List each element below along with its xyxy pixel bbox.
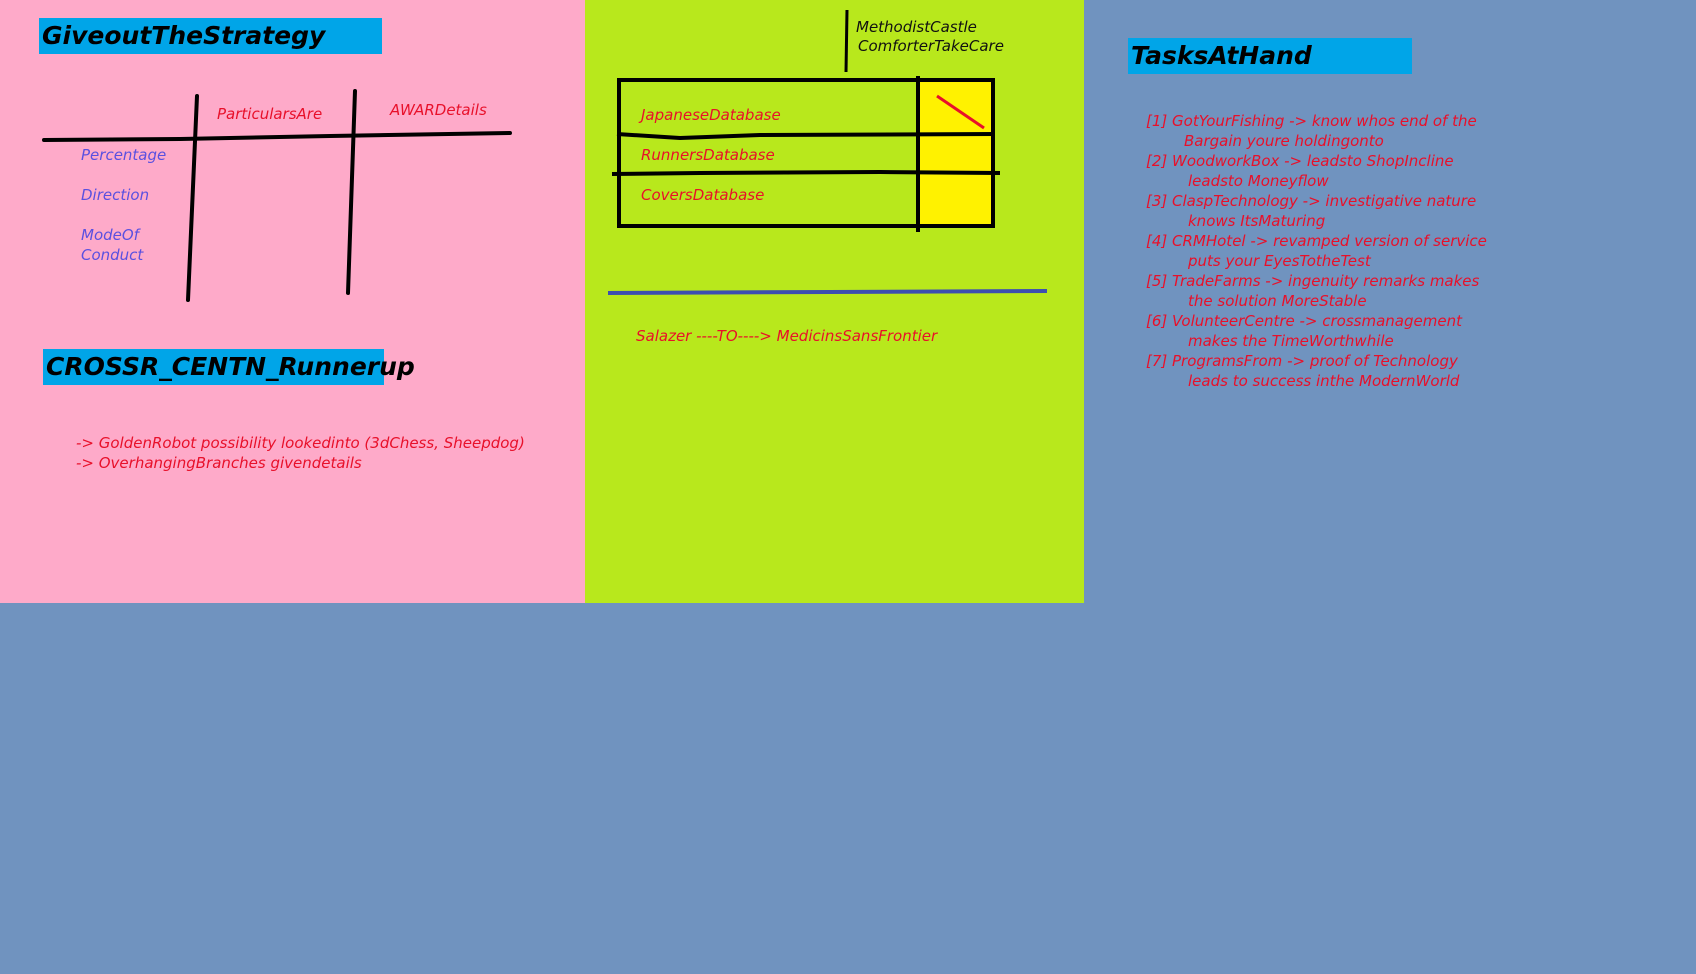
task-item-text: leads to success inthe ModernWorld [1188, 372, 1460, 390]
task-item-text: [2] WoodworkBox -> leadsto ShopIncline [1146, 152, 1454, 170]
particulars-header: ParticularsAre [217, 105, 323, 123]
runnerup-item-1: -> GoldenRobot possibility lookedinto (3… [76, 434, 525, 452]
row-direction: Direction [81, 186, 150, 204]
task-item-1: [1] GotYourFishing -> know whos end of t… [1146, 111, 1477, 151]
task-item-5: [5] TradeFarms -> ingenuity remarks make… [1146, 271, 1479, 311]
task-item-text: leadsto Moneyflow [1188, 172, 1329, 190]
task-item-7: [7] ProgramsFrom -> proof of Technology l… [1146, 351, 1459, 391]
task-item-text: makes the TimeWorthwhile [1188, 332, 1394, 350]
note-methodist: MethodistCastle [856, 18, 977, 36]
task-item-4: [4] CRMHotel -> revamped version of serv… [1146, 231, 1487, 271]
task-item-text: [3] ClaspTechnology -> investigative nat… [1146, 192, 1477, 210]
task-item-text: [5] TradeFarms -> ingenuity remarks make… [1146, 272, 1480, 290]
task-item-3: [3] ClaspTechnology -> investigative nat… [1146, 191, 1476, 231]
flow-salazer: Salazer ----TO----> MedicinsSansFrontier [636, 327, 938, 345]
tasks-title: TasksAtHand [1128, 38, 1412, 74]
award-header: AWARDetails [390, 101, 487, 119]
task-item-text: Bargain youre holdingonto [1184, 132, 1384, 150]
task-item-text: [1] GotYourFishing -> know whos end of t… [1146, 112, 1477, 130]
strategy-title: GiveoutTheStrategy [39, 18, 382, 54]
note-comforter: ComforterTakeCare [858, 37, 1004, 55]
task-item-6: [6] VolunteerCentre -> crossmanagement ma… [1146, 311, 1462, 351]
db-runners: RunnersDatabase [641, 146, 775, 164]
db-japanese: JapaneseDatabase [641, 106, 781, 124]
row-percentage: Percentage [81, 146, 167, 164]
task-item-2: [2] WoodworkBox -> leadsto ShopIncline le… [1146, 151, 1454, 191]
task-item-text: the solution MoreStable [1188, 292, 1367, 310]
db-covers: CoversDatabase [641, 186, 765, 204]
task-item-text: knows ItsMaturing [1188, 212, 1326, 230]
task-item-text: puts your EyesTotheTest [1188, 252, 1371, 270]
row-modeof: ModeOf [81, 226, 139, 244]
task-item-text: [4] CRMHotel -> revamped version of serv… [1146, 232, 1487, 250]
task-item-text: [7] ProgramsFrom -> proof of Technology [1146, 352, 1458, 370]
row-conduct: Conduct [81, 246, 144, 264]
runnerup-item-2: -> OverhangingBranches givendetails [76, 454, 362, 472]
task-item-text: [6] VolunteerCentre -> crossmanagement [1146, 312, 1462, 330]
runnerup-title: CROSSR_CENTN_Runnerup [43, 349, 415, 385]
